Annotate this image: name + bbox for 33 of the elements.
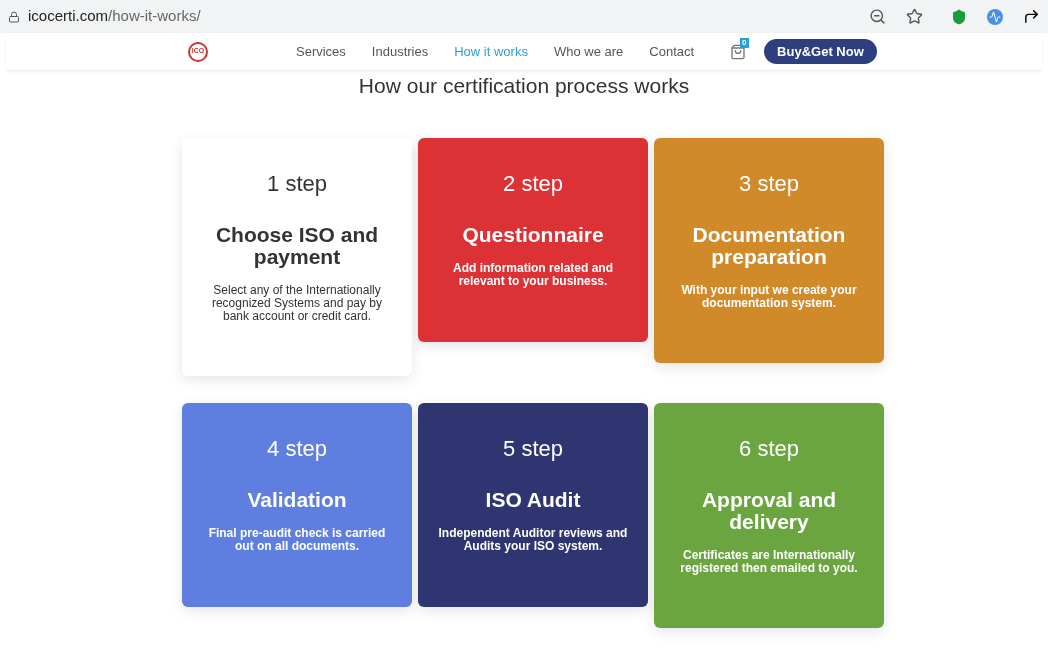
step-description: Select any of the Internationally recognized Systems and pay by bank account or credit card. — [210, 284, 384, 323]
step-number: 5 step — [503, 435, 563, 463]
step-number: 6 step — [739, 435, 799, 463]
url-text[interactable]: icocerti.com/how-it-works/ — [28, 5, 861, 28]
shield-icon[interactable] — [951, 8, 967, 25]
share-arrow-icon[interactable] — [1023, 8, 1040, 25]
step-description: Certificates are Internationally registered then emailed to you. — [679, 549, 859, 575]
step-number: 2 step — [503, 170, 563, 198]
nav-link[interactable]: Contact — [649, 41, 695, 62]
step-number: 3 step — [739, 170, 799, 198]
page-title: How our certification process works — [357, 73, 691, 99]
pulse-icon[interactable] — [987, 8, 1003, 25]
nav-link[interactable]: Services — [296, 41, 346, 62]
lock-icon — [8, 10, 20, 23]
step-number: 4 step — [267, 435, 327, 463]
step-heading: Documentation preparation — [691, 224, 847, 268]
step-heading: Validation — [246, 489, 348, 511]
step-heading: Questionnaire — [461, 224, 605, 246]
zoom-out-icon[interactable] — [869, 8, 886, 25]
step-description: With your input we create your documentation system. — [680, 284, 858, 310]
step-heading: Choose ISO and payment — [214, 224, 380, 268]
nav-link[interactable]: Industries — [371, 41, 429, 62]
cart-count: 0 — [740, 37, 749, 48]
nav-link[interactable]: Who we are — [553, 41, 624, 62]
cart-icon[interactable] — [730, 43, 747, 60]
star-icon[interactable] — [906, 8, 923, 25]
step-heading: Approval and delivery — [700, 489, 838, 533]
step-description: Final pre-audit check is carried out on all documents. — [207, 527, 387, 553]
step-description: Independent Auditor reviews and Audits your ISO system. — [437, 527, 629, 553]
step-description: Add information related and relevant to your business. — [452, 262, 614, 288]
buy-button[interactable]: Buy&Get Now — [764, 39, 877, 64]
step-heading: ISO Audit — [484, 489, 582, 511]
step-number: 1 step — [267, 170, 327, 198]
